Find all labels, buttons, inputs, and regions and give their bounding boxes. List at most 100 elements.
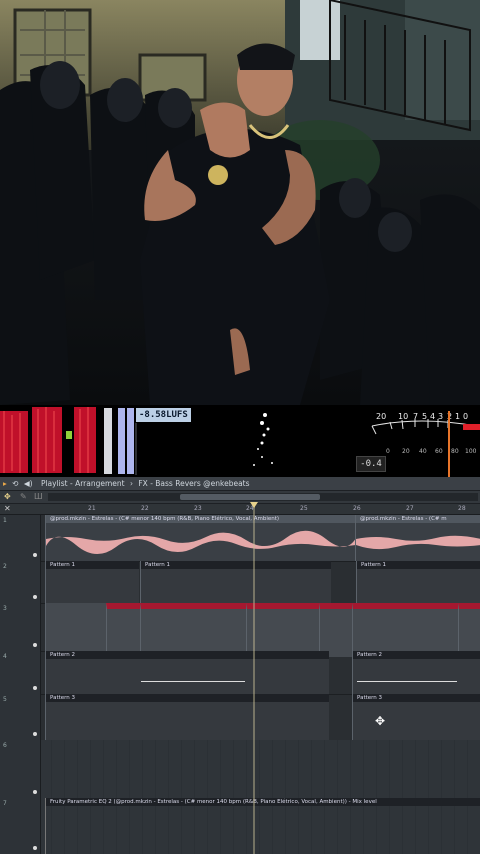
- track-mute-led[interactable]: [33, 686, 37, 690]
- lufs-readout: -8.58LUFS: [136, 408, 191, 422]
- vu-scale-4: 4: [430, 412, 435, 421]
- pattern-clip[interactable]: Pattern 2: [352, 651, 480, 694]
- vu-scale-3: 3: [438, 412, 443, 421]
- track-mute-led[interactable]: [33, 846, 37, 850]
- clip-block[interactable]: [458, 603, 480, 657]
- pattern-clip[interactable]: Pattern 2: [45, 651, 329, 694]
- track-number: 5: [3, 696, 7, 703]
- track-number: 4: [3, 653, 7, 660]
- pattern-clip-label: Pattern 2: [353, 651, 480, 659]
- audio-clip[interactable]: @prod.mkzin - Estrelas - (C# menor 140 b…: [45, 515, 356, 561]
- snap-icon[interactable]: ⟲: [12, 479, 18, 488]
- magnet-icon[interactable]: ✥: [4, 491, 11, 503]
- pattern-clip[interactable]: Pattern 3: [45, 694, 329, 740]
- track-lane-1[interactable]: 1 @prod.mkzin - Estrelas - (C# menor 140…: [0, 515, 480, 562]
- playhead[interactable]: [253, 504, 255, 854]
- close-icon[interactable]: ✕: [4, 504, 11, 514]
- pattern-clip-label: Pattern 1: [141, 561, 331, 569]
- speaker-icon[interactable]: ◀): [24, 479, 33, 488]
- move-cursor-icon: ✥: [375, 714, 386, 728]
- track-header-3[interactable]: 3: [0, 603, 41, 651]
- track-number: 3: [3, 605, 7, 612]
- clip-block[interactable]: [319, 603, 352, 657]
- vu-pct-80: 80: [451, 448, 459, 455]
- track-lane-4[interactable]: 4 Pattern 2 Pattern 2: [0, 651, 480, 695]
- track-mute-led[interactable]: [33, 790, 37, 794]
- scrollbar-thumb[interactable]: [180, 494, 320, 500]
- vu-scale-0: 0: [463, 412, 468, 421]
- clip-block[interactable]: [246, 603, 319, 657]
- timeline-ruler[interactable]: ✕ 21 22 23 24 25 26 27 28: [0, 504, 480, 515]
- track-header-4[interactable]: 4: [0, 651, 41, 694]
- meters-strip: 20 10 7 5 4 3 2 1 0 0 20 40 60 80 100 -8…: [0, 405, 480, 477]
- vu-scale-20: 20: [376, 412, 386, 421]
- vu-scale-5: 5: [422, 412, 427, 421]
- vu-pct-0: 0: [386, 448, 390, 455]
- pattern-clip-label: Pattern 3: [46, 694, 329, 702]
- brush-icon[interactable]: Ш: [34, 491, 43, 503]
- clip-block[interactable]: [106, 603, 140, 657]
- pattern-clip-label: Pattern 3: [353, 694, 480, 702]
- note-line: [141, 681, 245, 682]
- video-frame: [0, 0, 480, 405]
- music-video-still: [0, 0, 480, 405]
- ruler-mark-26: 26: [353, 505, 361, 512]
- vu-scale-10: 10: [398, 412, 408, 421]
- playhead-marker[interactable]: [250, 502, 258, 508]
- pattern-clip[interactable]: Pattern 3: [352, 694, 480, 740]
- track-mute-led[interactable]: [33, 643, 37, 647]
- pattern-clip[interactable]: Pattern 1: [45, 561, 139, 603]
- ruler-mark-21: 21: [88, 505, 96, 512]
- track-lane-3[interactable]: 3: [0, 603, 480, 657]
- clip-block[interactable]: [352, 603, 458, 657]
- note-line: [357, 681, 457, 682]
- track-lane-2[interactable]: 2 Pattern 1 Pattern 1 Pattern 1: [0, 561, 480, 604]
- track-mute-led[interactable]: [33, 732, 37, 736]
- horizontal-scrollbar[interactable]: [48, 493, 478, 501]
- track-number: 7: [3, 800, 7, 807]
- ruler-mark-22: 22: [141, 505, 149, 512]
- vu-scale-7: 7: [413, 412, 418, 421]
- vu-readout: -0.4: [356, 456, 386, 472]
- pattern-clip[interactable]: Pattern 1: [140, 561, 331, 603]
- audio-waveform-2: [356, 535, 480, 550]
- audio-clip-label: @prod.mkzin - Estrelas - (C# menor 140 b…: [46, 515, 356, 523]
- track-header-6[interactable]: 6: [0, 740, 41, 798]
- track-number: 6: [3, 742, 7, 749]
- track-lane-7[interactable]: 7 Fruity Parametric EQ 2 (@prod.mkzin - …: [0, 798, 480, 854]
- vu-pct-40: 40: [419, 448, 427, 455]
- pattern-clip-label: Pattern 1: [46, 561, 139, 569]
- ruler-mark-28: 28: [458, 505, 466, 512]
- track-lane-5[interactable]: 5 Pattern 3 Pattern 3 ✥: [0, 694, 480, 741]
- ruler-mark-27: 27: [406, 505, 414, 512]
- pattern-name: FX - Bass Revers @enkebeats: [138, 479, 250, 488]
- pattern-clip-label: Pattern 2: [46, 651, 329, 659]
- spectrum-meters: 20 10 7 5 4 3 2 1 0 0 20 40 60 80 100: [0, 405, 480, 477]
- audio-clip-label-2: @prod.mkzin - Estrelas - (C# m: [356, 515, 480, 523]
- track-number: 1: [3, 517, 7, 524]
- track-mute-led[interactable]: [33, 595, 37, 599]
- playlist-toolbar: ✥ ✎ Ш: [0, 491, 480, 504]
- clip-block[interactable]: [45, 603, 106, 651]
- track-header-5[interactable]: 5: [0, 694, 41, 740]
- ruler-mark-23: 23: [194, 505, 202, 512]
- track-lane-6[interactable]: 6: [0, 740, 480, 799]
- track-number: 2: [3, 563, 7, 570]
- track-header-7[interactable]: 7: [0, 798, 41, 854]
- automation-clip[interactable]: Fruity Parametric EQ 2 (@prod.mkzin - Es…: [45, 798, 480, 854]
- track-mute-led[interactable]: [33, 553, 37, 557]
- clip-block[interactable]: [140, 603, 246, 657]
- track-header-1[interactable]: 1: [0, 515, 41, 561]
- track-header-2[interactable]: 2: [0, 561, 41, 603]
- pencil-icon[interactable]: ✎: [20, 491, 27, 503]
- pattern-clip[interactable]: Pattern 1: [356, 561, 480, 603]
- breadcrumb-separator: ›: [129, 479, 133, 488]
- playlist-window: ▸ ⟲ ◀) Playlist - Arrangement › FX - Bas…: [0, 477, 480, 854]
- ruler-mark-25: 25: [300, 505, 308, 512]
- audio-waveform: [46, 530, 356, 555]
- arrow-right-icon[interactable]: ▸: [3, 479, 7, 488]
- automation-clip-label: Fruity Parametric EQ 2 (@prod.mkzin - Es…: [46, 798, 480, 806]
- vu-pct-100: 100: [465, 448, 477, 455]
- audio-clip-2[interactable]: @prod.mkzin - Estrelas - (C# m: [355, 515, 480, 561]
- pattern-clip-label: Pattern 1: [357, 561, 480, 569]
